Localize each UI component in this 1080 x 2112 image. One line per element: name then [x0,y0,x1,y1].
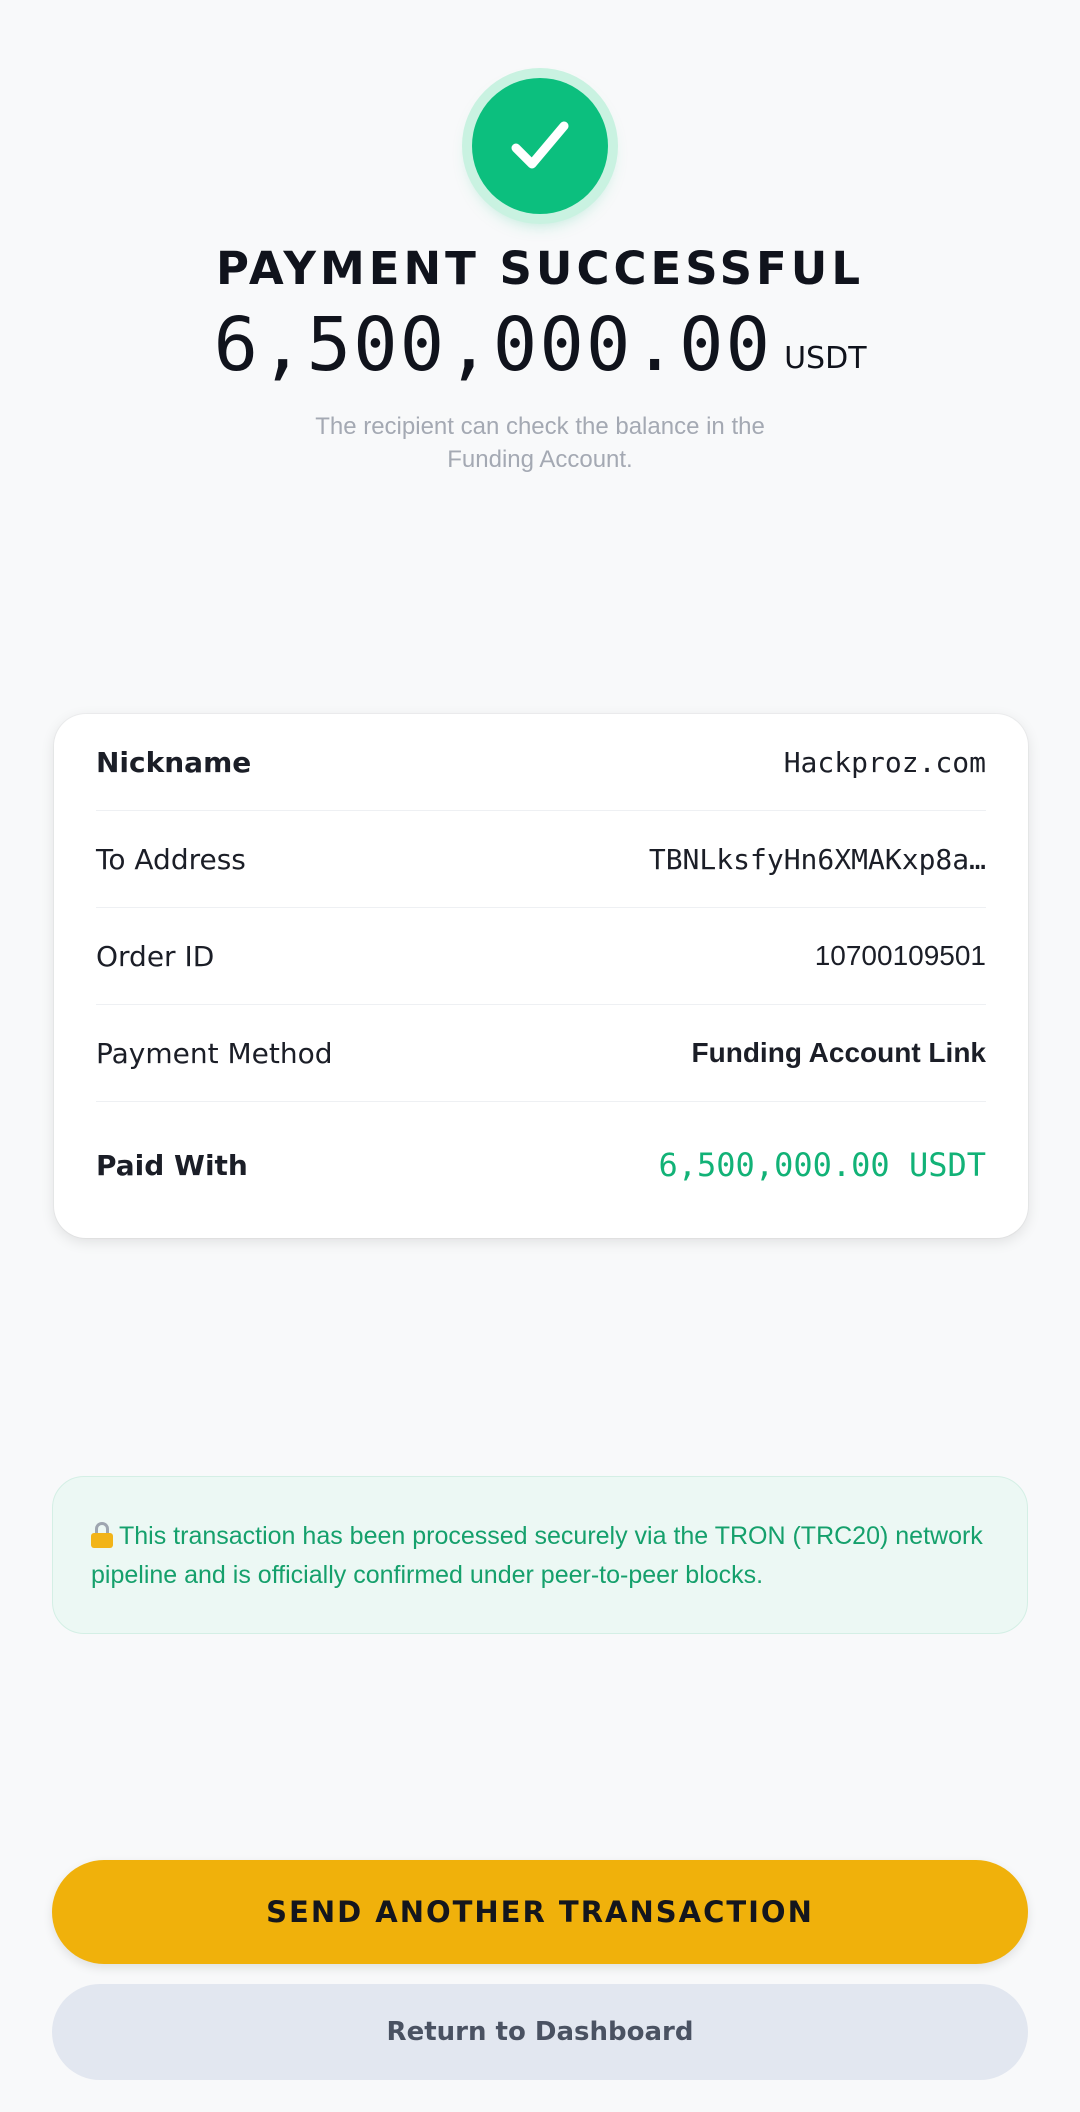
detail-value-paid-with: 6,500,000.00 USDT [658,1146,986,1184]
return-to-dashboard-button[interactable]: Return to Dashboard [52,1984,1028,2080]
detail-value-nickname: Hackproz.com [783,745,986,779]
detail-value-order-id: 10700109501 [814,940,986,971]
security-notice: This transaction has been processed secu… [52,1476,1028,1634]
amount-display: 6,500,000.00 USDT [0,308,1080,382]
detail-row-to-address: To Address TBNLksfyHn6XMAKxp8a… [96,811,986,908]
detail-label: Nickname [96,745,252,779]
detail-label: Order ID [96,939,215,973]
detail-row-payment-method: Payment Method Funding Account Link [96,1005,986,1102]
details-card: Nickname Hackproz.com To Address TBNLksf… [54,714,1028,1238]
subtitle: The recipient can check the balance in t… [315,413,765,473]
amount-currency: USDT [784,341,867,376]
detail-label: Paid With [96,1148,248,1182]
detail-value-payment-method: Funding Account Link [691,1037,986,1068]
detail-row-order-id: Order ID 10700109501 [96,908,986,1005]
detail-row-paid-with: Paid With 6,500,000.00 USDT [96,1102,986,1228]
checkmark-glyph [511,121,569,169]
detail-value-to-address[interactable]: TBNLksfyHn6XMAKxp8a… [649,843,986,876]
detail-label: Payment Method [96,1036,333,1070]
security-notice-text: This transaction has been processed secu… [91,1522,983,1589]
amount-value: 6,500,000.00 [213,302,773,388]
send-another-transaction-button[interactable]: SEND ANOTHER TRANSACTION [52,1860,1028,1964]
lock-icon [91,1522,113,1548]
checkmark-icon [472,78,608,214]
lock-body [91,1533,113,1548]
detail-row-nickname: Nickname Hackproz.com [96,714,986,811]
page-title: PAYMENT SUCCESSFUL [216,242,864,295]
detail-label: To Address [96,842,246,876]
